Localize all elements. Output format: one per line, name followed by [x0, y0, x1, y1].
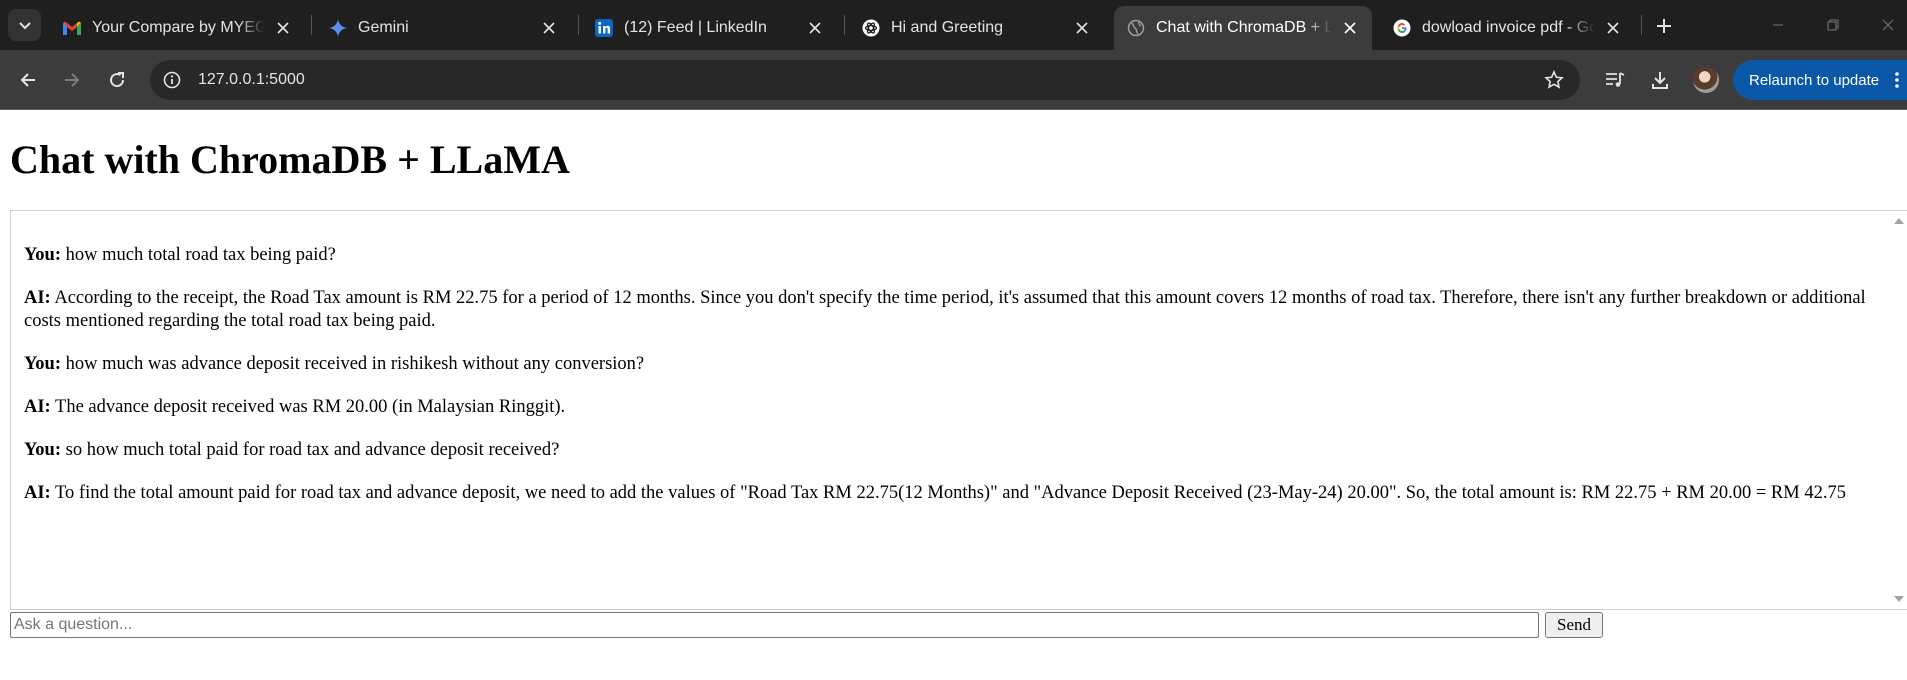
message-text: so how much total paid for road tax and …: [61, 440, 560, 460]
minimize-icon: [1773, 24, 1783, 26]
chat-scrollbar[interactable]: [1890, 211, 1907, 609]
page-title: Chat with ChromaDB + LLaMA: [10, 137, 570, 182]
new-tab-button[interactable]: [1650, 12, 1678, 40]
close-icon[interactable]: [1338, 16, 1362, 40]
chat-message-ai: AI: To find the total amount paid for ro…: [24, 482, 1874, 505]
tab-search-button[interactable]: [8, 9, 41, 41]
chat-message-user: You: how much total road tax being paid?: [24, 244, 1874, 267]
send-button[interactable]: Send: [1545, 612, 1603, 638]
close-icon[interactable]: [1601, 16, 1625, 40]
speaker-label: You:: [24, 245, 62, 265]
tab-title: dowload invoice pdf - Goo: [1422, 19, 1595, 37]
reload-icon: [110, 72, 125, 88]
openai-icon: [861, 18, 881, 38]
tab-chatgpt[interactable]: Hi and Greeting: [849, 6, 1104, 50]
tab-title: (12) Feed | LinkedIn: [624, 19, 797, 37]
window-close-button[interactable]: [1870, 10, 1906, 40]
gmail-icon: [62, 18, 82, 38]
site-info-icon[interactable]: [154, 62, 190, 98]
chat-message-user: You: how much was advance deposit receiv…: [24, 353, 1874, 376]
close-icon: [1882, 19, 1894, 31]
chevron-down-icon: [18, 22, 31, 30]
playlist-icon: [1606, 72, 1625, 87]
plus-icon: [1657, 19, 1671, 33]
close-icon[interactable]: [803, 16, 827, 40]
tab-title: Your Compare by MYEG E-: [92, 19, 265, 37]
profile-avatar[interactable]: [1693, 67, 1719, 93]
message-text: According to the receipt, the Road Tax a…: [24, 288, 1866, 331]
arrow-right-icon: [65, 73, 80, 87]
tab-separator: [1641, 15, 1642, 35]
message-text: The advance deposit received was RM 20.0…: [50, 397, 566, 417]
back-button[interactable]: [12, 64, 44, 96]
arrow-left-icon: [20, 73, 35, 87]
reload-button[interactable]: [101, 64, 133, 96]
globe-icon: [1126, 18, 1146, 38]
message-text: how much was advance deposit received in…: [61, 354, 645, 374]
speaker-label: AI:: [24, 288, 51, 308]
tab-title: Hi and Greeting: [891, 19, 1064, 37]
tab-google-search[interactable]: dowload invoice pdf - Goo: [1380, 6, 1635, 50]
url-text: 127.0.0.1:5000: [198, 71, 305, 88]
tab-title: Gemini: [358, 19, 531, 37]
chat-messages: You: how much total road tax being paid?…: [24, 244, 1874, 525]
restore-icon: [1827, 19, 1839, 31]
message-text: how much total road tax being paid?: [61, 245, 336, 265]
more-menu-icon[interactable]: [1889, 70, 1905, 90]
scroll-up-arrow-icon[interactable]: [1894, 218, 1904, 224]
speaker-label: You:: [24, 440, 62, 460]
chat-message-user: You: so how much total paid for road tax…: [24, 439, 1874, 462]
speaker-label: AI:: [24, 483, 51, 503]
browser-toolbar: 127.0.0.1:5000 Relaunch to update: [0, 50, 1907, 109]
bookmark-star-icon[interactable]: [1542, 68, 1566, 92]
speaker-label: You:: [24, 354, 62, 374]
toolbar-divider: [0, 109, 1907, 110]
message-text: To find the total amount paid for road t…: [50, 483, 1846, 503]
gemini-icon: [328, 18, 348, 38]
address-bar[interactable]: 127.0.0.1:5000: [150, 60, 1580, 100]
minimize-button[interactable]: [1760, 10, 1796, 40]
relaunch-label: Relaunch to update: [1749, 71, 1880, 89]
question-input[interactable]: [10, 612, 1539, 638]
downloads-button[interactable]: [1646, 66, 1674, 94]
tab-linkedin[interactable]: (12) Feed | LinkedIn: [582, 6, 837, 50]
chat-message-ai: AI: The advance deposit received was RM …: [24, 396, 1874, 419]
close-icon[interactable]: [537, 16, 561, 40]
close-icon[interactable]: [271, 16, 295, 40]
forward-button[interactable]: [56, 64, 88, 96]
linkedin-icon: [594, 18, 614, 38]
media-controls-button[interactable]: [1601, 66, 1629, 94]
tab-strip: Your Compare by MYEG E- Gemini (12) Feed…: [0, 0, 1907, 50]
tab-title: Chat with ChromaDB + LLaMA: [1156, 19, 1332, 37]
google-icon: [1392, 18, 1412, 38]
relaunch-to-update-button[interactable]: Relaunch to update: [1733, 60, 1907, 100]
close-icon[interactable]: [1070, 16, 1094, 40]
chat-history[interactable]: You: how much total road tax being paid?…: [10, 210, 1907, 610]
tab-separator: [311, 15, 312, 35]
speaker-label: AI:: [24, 397, 51, 417]
chat-message-ai: AI: According to the receipt, the Road T…: [24, 287, 1874, 333]
tab-separator: [844, 15, 845, 35]
tab-gemini[interactable]: Gemini: [316, 6, 571, 50]
scroll-down-arrow-icon[interactable]: [1894, 596, 1904, 602]
download-icon: [1652, 72, 1668, 89]
restore-button[interactable]: [1815, 10, 1851, 40]
tab-gmail[interactable]: Your Compare by MYEG E-: [50, 6, 305, 50]
tab-chat-chromadb[interactable]: Chat with ChromaDB + LLaMA: [1114, 6, 1372, 50]
tab-separator: [578, 15, 579, 35]
